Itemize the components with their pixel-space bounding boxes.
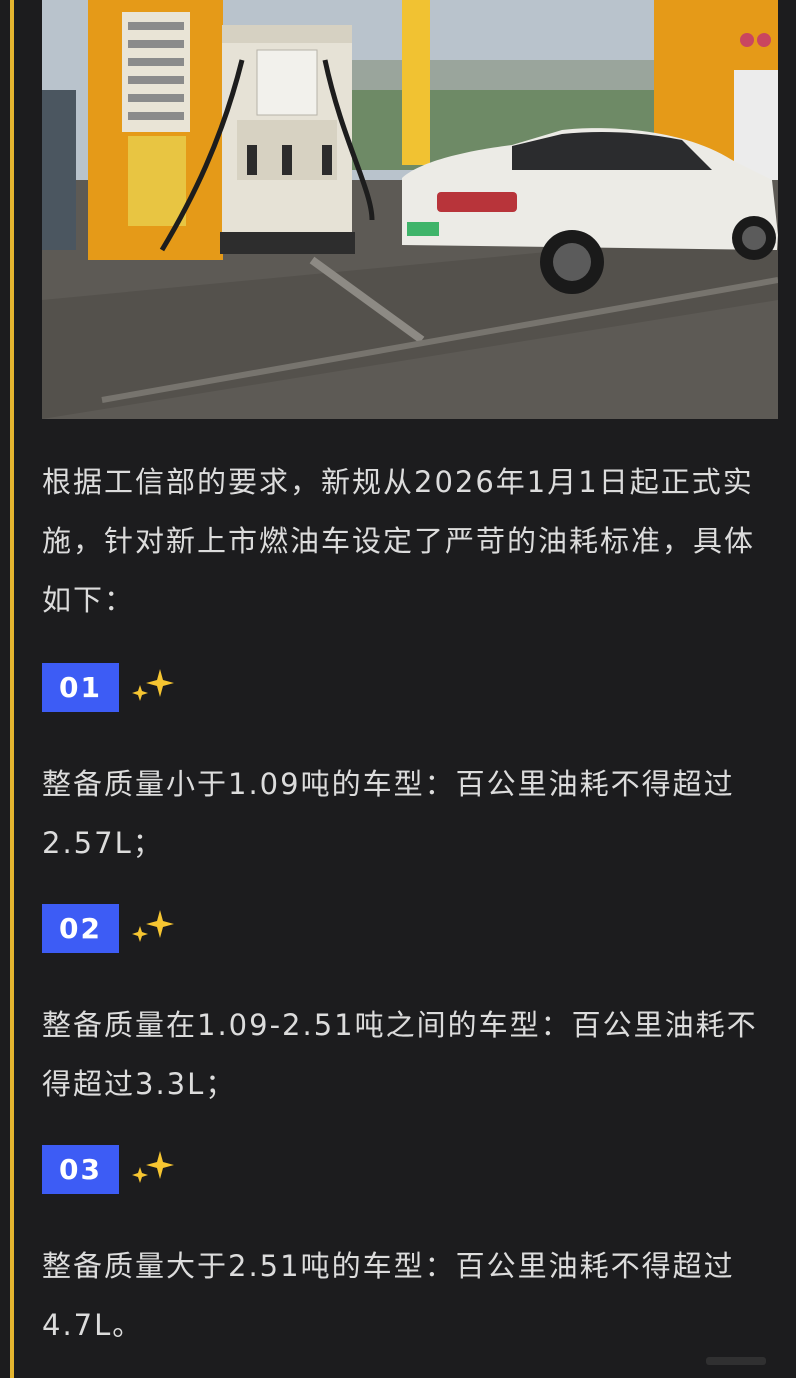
sparkles-icon <box>129 908 179 948</box>
gas-station-illustration <box>42 0 778 419</box>
sparkles-icon <box>129 1149 179 1189</box>
accent-bar <box>10 0 14 1378</box>
item-02-text: 整备质量在1.09-2.51吨之间的车型：百公里油耗不得超过3.3L； <box>42 1008 758 1101</box>
item-01-heading: 01 <box>42 662 179 712</box>
item-03-heading: 03 <box>42 1144 179 1194</box>
sparkles-icon <box>129 667 179 707</box>
item-badge: 01 <box>42 662 119 712</box>
article-photo[interactable] <box>42 0 778 419</box>
watermark-graphic <box>706 1357 766 1365</box>
intro-paragraph: 根据工信部的要求，新规从2026年1月1日起正式实施，针对新上市燃油车设定了严苛… <box>42 465 756 617</box>
item-01-text: 整备质量小于1.09吨的车型：百公里油耗不得超过2.57L； <box>42 767 735 860</box>
item-02-heading: 02 <box>42 903 179 953</box>
item-03-text: 整备质量大于2.51吨的车型：百公里油耗不得超过4.7L。 <box>42 1249 735 1342</box>
item-badge: 03 <box>42 1144 119 1194</box>
item-badge: 02 <box>42 903 119 953</box>
